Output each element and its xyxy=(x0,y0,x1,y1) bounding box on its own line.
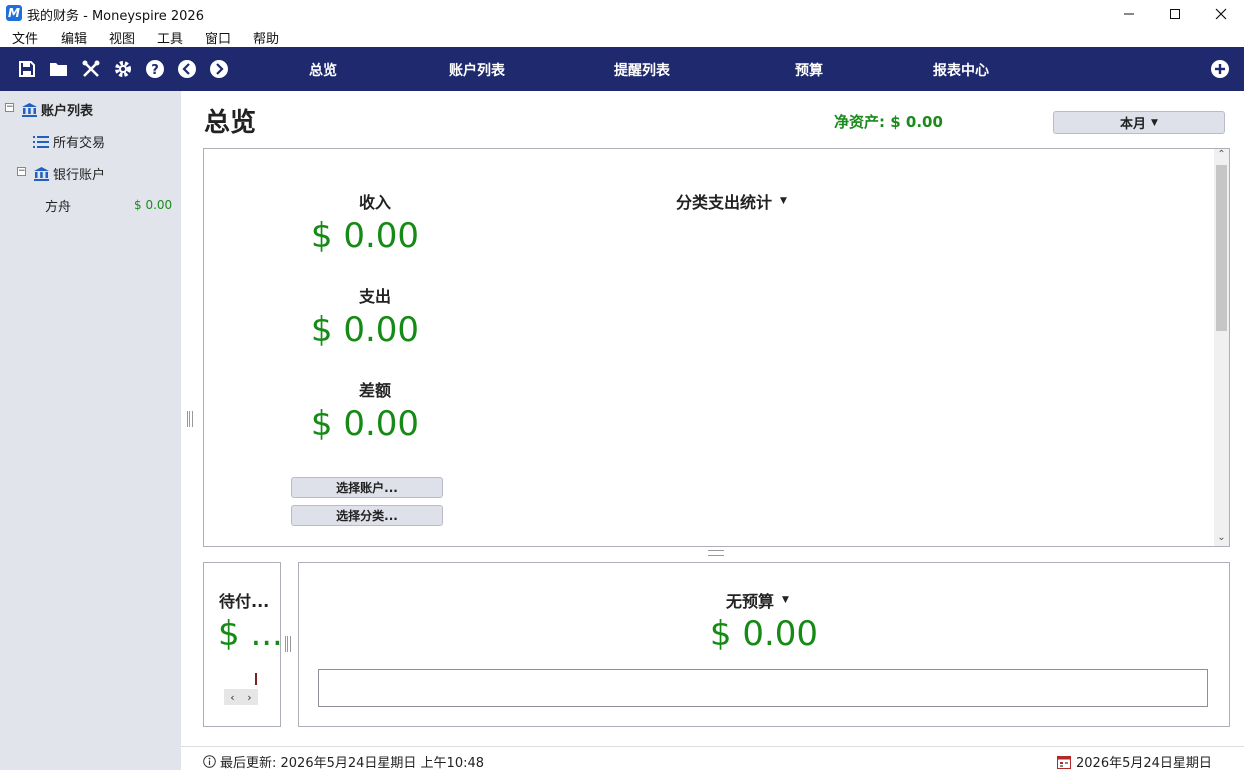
expense-label: 支出 xyxy=(358,287,391,306)
page-title: 总览 xyxy=(204,108,257,138)
app-logo-icon: M xyxy=(6,5,22,21)
period-dropdown[interactable]: 本月 ▼ xyxy=(1053,111,1225,134)
menu-help[interactable]: 帮助 xyxy=(253,28,279,47)
title-bar: M 我的财务 - Moneyspire 2026 xyxy=(0,0,1244,27)
minimize-button[interactable] xyxy=(1106,0,1152,27)
income-value: $ 0.00 xyxy=(310,216,420,256)
budget-progress-bar xyxy=(318,669,1208,707)
select-accounts-button[interactable]: 选择账户... xyxy=(291,477,443,498)
bank-icon xyxy=(34,166,49,181)
menu-file[interactable]: 文件 xyxy=(12,28,38,47)
sidebar: − 账户列表 所有交易 − 银行账户 方舟 $ 0.00 xyxy=(0,91,181,770)
status-bar: 最后更新: 2026年5月24日星期日 上午10:48 2026年5月24日星期… xyxy=(181,746,1244,770)
tab-accounts[interactable]: 账户列表 xyxy=(449,60,505,80)
folder-open-icon[interactable] xyxy=(48,58,70,80)
window-title: 我的财务 - Moneyspire 2026 xyxy=(27,9,204,24)
income-label: 收入 xyxy=(358,193,391,212)
forward-icon[interactable] xyxy=(208,58,230,80)
select-categories-button[interactable]: 选择分类... xyxy=(291,505,443,526)
bottom-splitter[interactable] xyxy=(285,636,291,652)
close-icon xyxy=(1215,8,1227,19)
budget-title: 无预算 xyxy=(726,592,775,611)
chevron-left-icon[interactable]: ‹ xyxy=(230,691,234,704)
sidebar-item-account[interactable]: 方舟 xyxy=(45,196,71,215)
list-icon xyxy=(33,135,49,148)
collapse-toggle[interactable]: − xyxy=(5,103,14,112)
sidebar-item-bank-accounts[interactable]: 银行账户 xyxy=(33,164,105,183)
tab-budget[interactable]: 预算 xyxy=(795,60,823,80)
sidebar-header-label: 账户列表 xyxy=(41,104,94,119)
period-label: 本月 xyxy=(1120,117,1147,132)
last-updated: 最后更新: 2026年5月24日星期日 上午10:48 xyxy=(203,752,484,770)
help-icon[interactable]: ? xyxy=(144,58,166,80)
budget-value: $ 0.00 xyxy=(709,614,819,654)
scroll-up-icon[interactable]: ⌃ xyxy=(1214,149,1229,163)
svg-text:?: ? xyxy=(151,63,159,78)
menu-window[interactable]: 窗口 xyxy=(205,28,231,47)
panel-splitter[interactable] xyxy=(708,550,724,556)
minimize-icon xyxy=(1124,13,1134,14)
menu-edit[interactable]: 编辑 xyxy=(61,28,87,47)
close-button[interactable] xyxy=(1198,0,1244,27)
pending-pager[interactable]: ‹ › xyxy=(224,689,258,705)
save-icon[interactable] xyxy=(16,58,38,80)
tab-reminders[interactable]: 提醒列表 xyxy=(614,60,670,80)
scroll-thumb[interactable] xyxy=(1216,165,1227,331)
sidebar-item-account-list[interactable]: 账户列表 xyxy=(21,100,93,119)
last-updated-text: 最后更新: 2026年5月24日星期日 上午10:48 xyxy=(220,756,485,770)
sidebar-item-label: 所有交易 xyxy=(53,136,106,151)
net-worth-label: 净资产: $ 0.00 xyxy=(834,113,943,131)
account-balance: $ 0.00 xyxy=(134,198,173,212)
account-name: 方舟 xyxy=(45,200,72,215)
calendar-icon xyxy=(1057,755,1071,769)
category-chart-dropdown[interactable]: 分类支出统计 ▼ xyxy=(676,189,787,213)
chevron-down-icon: ▼ xyxy=(1151,117,1158,128)
chevron-down-icon: ▼ xyxy=(782,595,789,605)
toolbar: ? 总览 账户列表 提醒列表 预算 报表中心 xyxy=(0,47,1244,91)
menu-bar: 文件 编辑 视图 工具 窗口 帮助 xyxy=(0,27,1244,47)
sidebar-item-all-transactions[interactable]: 所有交易 xyxy=(33,132,105,151)
chevron-down-icon: ▼ xyxy=(780,196,787,206)
tab-overview[interactable]: 总览 xyxy=(309,60,337,80)
maximize-icon xyxy=(1170,8,1180,19)
summary-scrollbar[interactable]: ⌃ ⌄ xyxy=(1214,149,1229,546)
difference-value: $ 0.00 xyxy=(310,404,420,444)
back-icon[interactable] xyxy=(176,58,198,80)
category-chart-title: 分类支出统计 xyxy=(676,193,773,212)
menu-view[interactable]: 视图 xyxy=(109,28,135,47)
current-date[interactable]: 2026年5月24日星期日 xyxy=(1057,752,1212,770)
text-cursor xyxy=(255,673,257,685)
maximize-button[interactable] xyxy=(1152,0,1198,27)
chevron-right-icon[interactable]: › xyxy=(247,691,251,704)
expense-value: $ 0.00 xyxy=(310,310,420,350)
collapse-toggle[interactable]: − xyxy=(17,167,26,176)
pending-title: 待付... xyxy=(219,592,270,611)
tools-icon[interactable] xyxy=(80,58,102,80)
menu-tools[interactable]: 工具 xyxy=(157,28,183,47)
add-icon[interactable] xyxy=(1209,58,1231,80)
sidebar-item-label: 银行账户 xyxy=(53,168,106,183)
sidebar-splitter[interactable] xyxy=(187,411,193,427)
gear-icon[interactable] xyxy=(112,58,134,80)
scroll-down-icon[interactable]: ⌄ xyxy=(1214,532,1229,546)
difference-label: 差额 xyxy=(358,381,391,400)
current-date-text: 2026年5月24日星期日 xyxy=(1076,756,1212,770)
bank-icon xyxy=(22,102,37,117)
pending-value: $ ... xyxy=(218,614,283,654)
tab-reports[interactable]: 报表中心 xyxy=(933,60,989,80)
budget-dropdown[interactable]: 无预算 ▼ xyxy=(726,588,789,612)
info-icon xyxy=(203,755,216,768)
